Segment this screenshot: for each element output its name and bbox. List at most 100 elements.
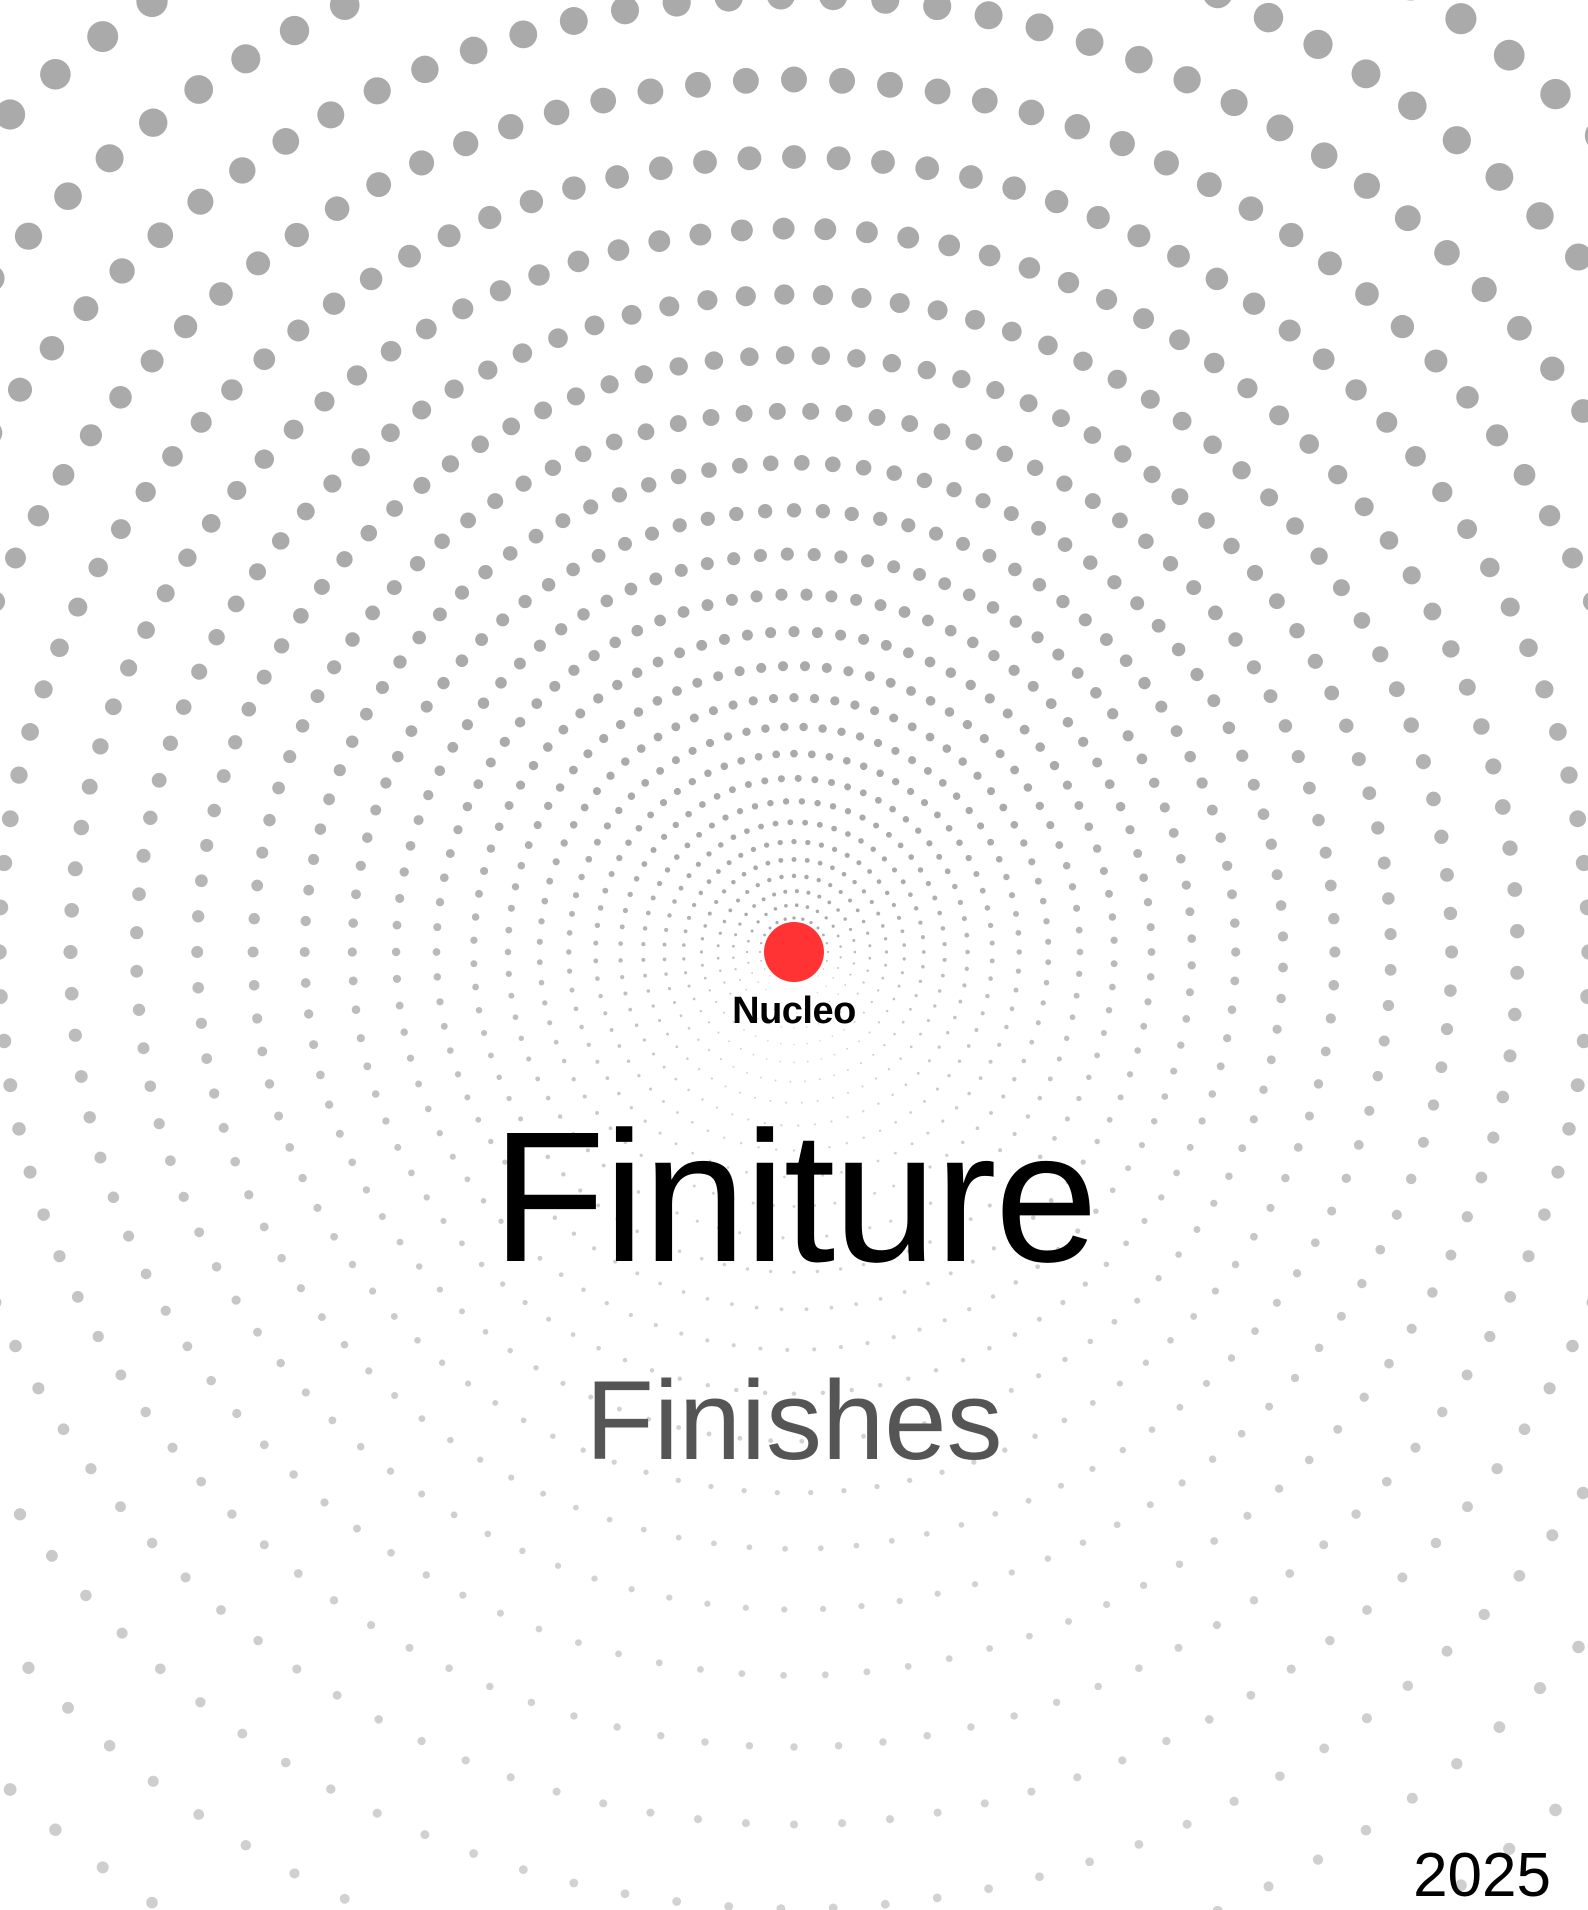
pattern-dot (74, 1070, 88, 1083)
pattern-dot (244, 1190, 254, 1200)
pattern-dot (768, 402, 786, 420)
pattern-dot (512, 1014, 519, 1021)
pattern-dot (146, 1896, 158, 1909)
pattern-dot (1312, 348, 1335, 371)
pattern-dot (1275, 1771, 1285, 1781)
pattern-dot (664, 867, 671, 873)
pattern-dot (1228, 632, 1243, 647)
pattern-dot (289, 1470, 298, 1479)
pattern-dot (686, 873, 692, 879)
pattern-dot (453, 130, 479, 157)
pattern-dot (507, 904, 515, 912)
pattern-dot (716, 944, 720, 948)
pattern-dot (900, 971, 904, 975)
pattern-dot (865, 1341, 870, 1346)
pattern-dot (473, 779, 484, 790)
pattern-dot (674, 647, 685, 659)
pattern-dot (453, 825, 463, 835)
pattern-dot (536, 938, 543, 945)
pattern-dot (868, 956, 872, 960)
pattern-dot (1353, 612, 1371, 629)
pattern-dot (309, 1040, 319, 1050)
pattern-dot (1083, 426, 1102, 444)
pattern-dot (786, 503, 802, 518)
pattern-dot (1486, 424, 1509, 447)
pattern-dot (922, 614, 934, 627)
pattern-dot (924, 78, 951, 105)
pattern-dot (844, 783, 852, 791)
pattern-dot (806, 1060, 809, 1063)
pattern-dot (196, 1476, 207, 1487)
pattern-dot (714, 899, 719, 905)
pattern-dot (1075, 926, 1083, 934)
pattern-dot (1328, 465, 1348, 485)
pattern-dot (728, 908, 733, 913)
pattern-dot (1266, 114, 1294, 142)
pattern-dot (1434, 240, 1460, 266)
pattern-dot (616, 854, 623, 862)
pattern-dot (1045, 959, 1052, 966)
pattern-dot (229, 157, 256, 184)
pattern-dot (140, 1268, 152, 1280)
pattern-dot (289, 1868, 300, 1879)
pattern-dot (433, 923, 442, 932)
pattern-dot (516, 780, 526, 790)
pattern-dot (781, 66, 807, 93)
pattern-dot (1035, 1020, 1041, 1026)
pattern-dot (192, 910, 205, 923)
pattern-dot (1110, 936, 1118, 944)
pattern-dot (829, 803, 837, 810)
pattern-dot (1427, 1287, 1438, 1298)
pattern-dot (1462, 1501, 1473, 1513)
pattern-dot (736, 808, 744, 815)
pattern-dot (1260, 488, 1279, 507)
pattern-dot (439, 873, 449, 883)
pattern-dot (602, 887, 609, 894)
pattern-dot (758, 1346, 763, 1351)
pattern-dot (1073, 351, 1093, 372)
pattern-dot (571, 1077, 576, 1082)
pattern-dot (726, 860, 732, 866)
pattern-dot (974, 1, 1003, 30)
pattern-dot (688, 746, 697, 755)
pattern-dot (1263, 1881, 1274, 1892)
pattern-dot (1113, 1521, 1121, 1529)
pattern-dot (0, 1298, 2, 1307)
pattern-dot (1096, 288, 1118, 311)
pattern-dot (745, 1071, 748, 1074)
pattern-dot (536, 959, 543, 966)
pattern-dot (1087, 1338, 1094, 1345)
pattern-dot (1071, 667, 1084, 679)
pattern-dot (683, 929, 688, 934)
pattern-dot (1247, 778, 1260, 791)
pattern-dot (524, 841, 533, 850)
pattern-dot (1105, 889, 1113, 898)
pattern-dot (251, 879, 264, 892)
pattern-dot (1461, 1211, 1473, 1223)
pattern-dot (1575, 854, 1588, 872)
pattern-dot (885, 1815, 895, 1824)
pattern-dot (961, 916, 967, 922)
pattern-dot (987, 838, 995, 846)
pattern-dot (1286, 517, 1304, 535)
pattern-dot (765, 627, 777, 639)
pattern-dot (1538, 505, 1561, 527)
pattern-dot (1351, 59, 1381, 89)
pattern-dot (259, 1440, 269, 1450)
pattern-dot (967, 1723, 975, 1731)
pattern-dot (916, 1071, 920, 1075)
pattern-dot (552, 858, 560, 866)
pattern-dot (1210, 1537, 1219, 1545)
pattern-dot (958, 999, 963, 1004)
pattern-dot (927, 1059, 931, 1063)
pattern-dot (248, 563, 267, 581)
pattern-dot (732, 1065, 735, 1068)
pattern-dot (1105, 1007, 1113, 1014)
pattern-dot (1186, 580, 1202, 596)
pattern-dot (721, 889, 727, 894)
pattern-dot (788, 626, 800, 638)
pattern-dot (964, 966, 969, 971)
pattern-dot (867, 869, 873, 874)
pattern-dot (952, 369, 971, 389)
pattern-dot (600, 594, 614, 608)
